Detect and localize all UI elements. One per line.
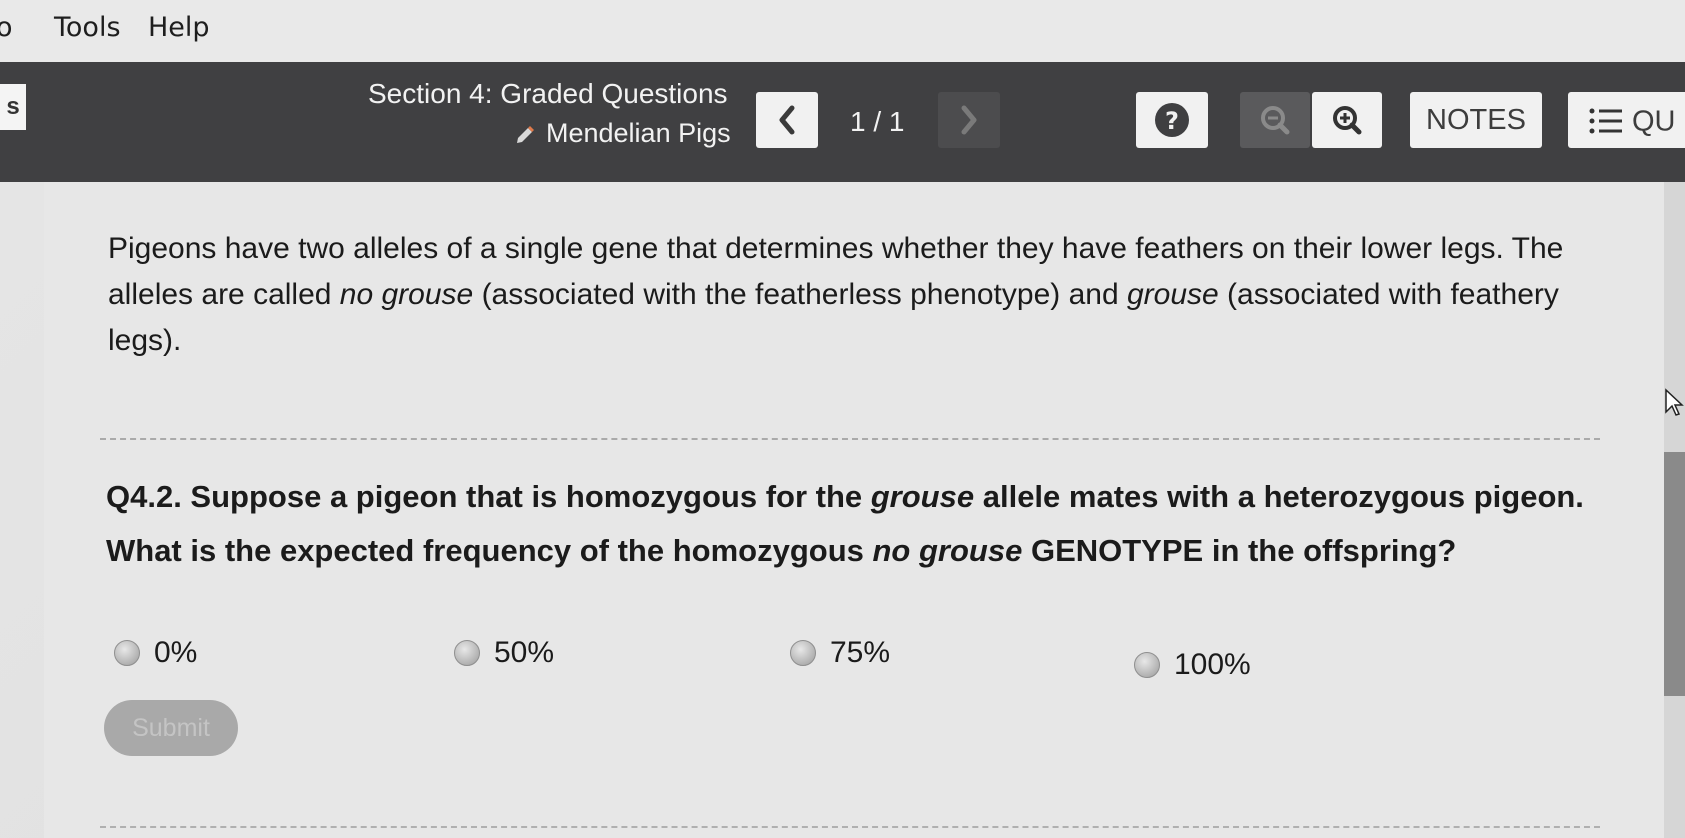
- help-button[interactable]: ?: [1136, 92, 1208, 148]
- pencil-icon: [517, 126, 534, 143]
- assignment-title: Mendelian Pigs: [514, 118, 731, 149]
- radio-button[interactable]: [454, 640, 480, 666]
- menu-bar: o Tools Help: [0, 0, 1685, 62]
- page-counter: 1 / 1: [850, 106, 905, 137]
- radio-button[interactable]: [114, 640, 140, 666]
- quiz-toolbar: s Section 4: Graded Questions Mendelian …: [0, 62, 1685, 182]
- answer-option[interactable]: 0%: [114, 636, 197, 676]
- zoom-in-icon: [1333, 106, 1362, 135]
- question-content: Pigeons have two alleles of a single gen…: [44, 182, 1664, 838]
- questions-list-button[interactable]: QU: [1568, 92, 1685, 148]
- passage-term: no grouse: [339, 278, 474, 311]
- radio-button[interactable]: [790, 640, 816, 666]
- sidebar-toggle-button[interactable]: s: [0, 84, 26, 130]
- zoom-out-button[interactable]: [1240, 92, 1310, 148]
- menu-item-help[interactable]: Help: [148, 12, 210, 43]
- quiz-page: o Tools Help s Section 4: Graded Questio…: [0, 0, 1685, 838]
- chevron-left-icon: [779, 105, 795, 135]
- question-prompt: Q4.2. Suppose a pigeon that is homozygou…: [106, 470, 1606, 578]
- questions-list-label: QU: [1632, 105, 1676, 138]
- menu-item-tools[interactable]: Tools: [54, 12, 121, 43]
- question-term: grouse: [870, 479, 975, 514]
- notes-button[interactable]: NOTES: [1410, 92, 1542, 148]
- passage-term: grouse: [1126, 278, 1219, 311]
- chevron-right-icon: [961, 105, 977, 135]
- zoom-in-button[interactable]: [1312, 92, 1382, 148]
- zoom-out-icon: [1261, 106, 1290, 135]
- answer-label: 50%: [494, 636, 555, 669]
- answer-option[interactable]: 50%: [454, 636, 554, 676]
- question-text: Q4.2. Suppose a pigeon that is homozygou…: [106, 479, 871, 514]
- next-page-button[interactable]: [938, 92, 1000, 148]
- answer-option[interactable]: 75%: [790, 636, 890, 676]
- list-icon: [1589, 108, 1622, 134]
- menu-item-partial[interactable]: o: [0, 12, 13, 43]
- answer-label: 100%: [1174, 648, 1251, 681]
- section-title: Section 4: Graded Questions: [368, 78, 728, 109]
- previous-page-button[interactable]: [756, 92, 818, 148]
- answer-label: 75%: [830, 636, 891, 669]
- svg-text:?: ?: [1165, 107, 1179, 135]
- question-passage: Pigeons have two alleles of a single gen…: [108, 226, 1588, 364]
- scrollbar-thumb[interactable]: [1664, 452, 1685, 696]
- question-text: GENOTYPE in the offspring?: [1022, 533, 1457, 568]
- answer-label: 0%: [154, 636, 198, 669]
- divider: [100, 438, 1600, 440]
- divider: [100, 826, 1600, 828]
- answer-option[interactable]: 100%: [1134, 648, 1251, 688]
- passage-text: (associated with the featherless phenoty…: [473, 278, 1127, 311]
- radio-button[interactable]: [1134, 652, 1160, 678]
- help-icon: ?: [1155, 103, 1189, 137]
- submit-button[interactable]: Submit: [104, 700, 238, 756]
- mouse-cursor-icon: [1665, 388, 1684, 416]
- assignment-name: Mendelian Pigs: [546, 118, 731, 148]
- question-term: no grouse: [872, 533, 1023, 568]
